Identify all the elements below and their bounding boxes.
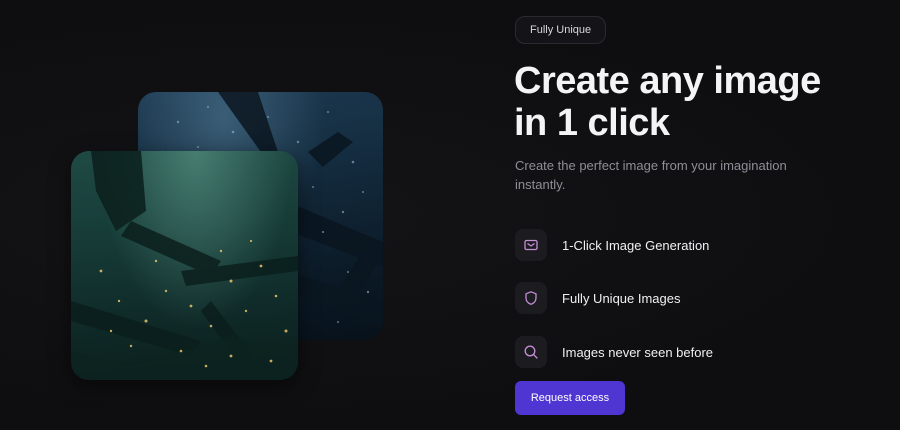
feature-item-never-seen: Images never seen before [515, 336, 713, 368]
subtext-line-1: Create the perfect image from your imagi… [515, 158, 787, 173]
mail-icon [515, 229, 547, 261]
search-icon [515, 336, 547, 368]
landing-section: Fully Unique Create any image in 1 click… [0, 0, 900, 430]
headline-line-2: in 1 click [514, 102, 670, 144]
shield-icon [515, 282, 547, 314]
subtext-line-2: instantly. [515, 177, 566, 192]
underwater-shipwreck-green-image [71, 151, 298, 380]
request-access-button[interactable]: Request access [515, 381, 625, 415]
feature-label: 1-Click Image Generation [562, 237, 710, 253]
fully-unique-badge: Fully Unique [515, 16, 607, 44]
feature-item-image-generation: 1-Click Image Generation [515, 229, 709, 261]
hero-subtext: Create the perfect image from your imagi… [515, 156, 815, 194]
headline-line-1: Create any image [514, 60, 821, 102]
feature-item-unique-images: Fully Unique Images [515, 282, 681, 314]
feature-label: Images never seen before [562, 344, 714, 360]
hero-headline: Create any image in 1 click [514, 60, 874, 144]
feature-label: Fully Unique Images [562, 290, 681, 306]
